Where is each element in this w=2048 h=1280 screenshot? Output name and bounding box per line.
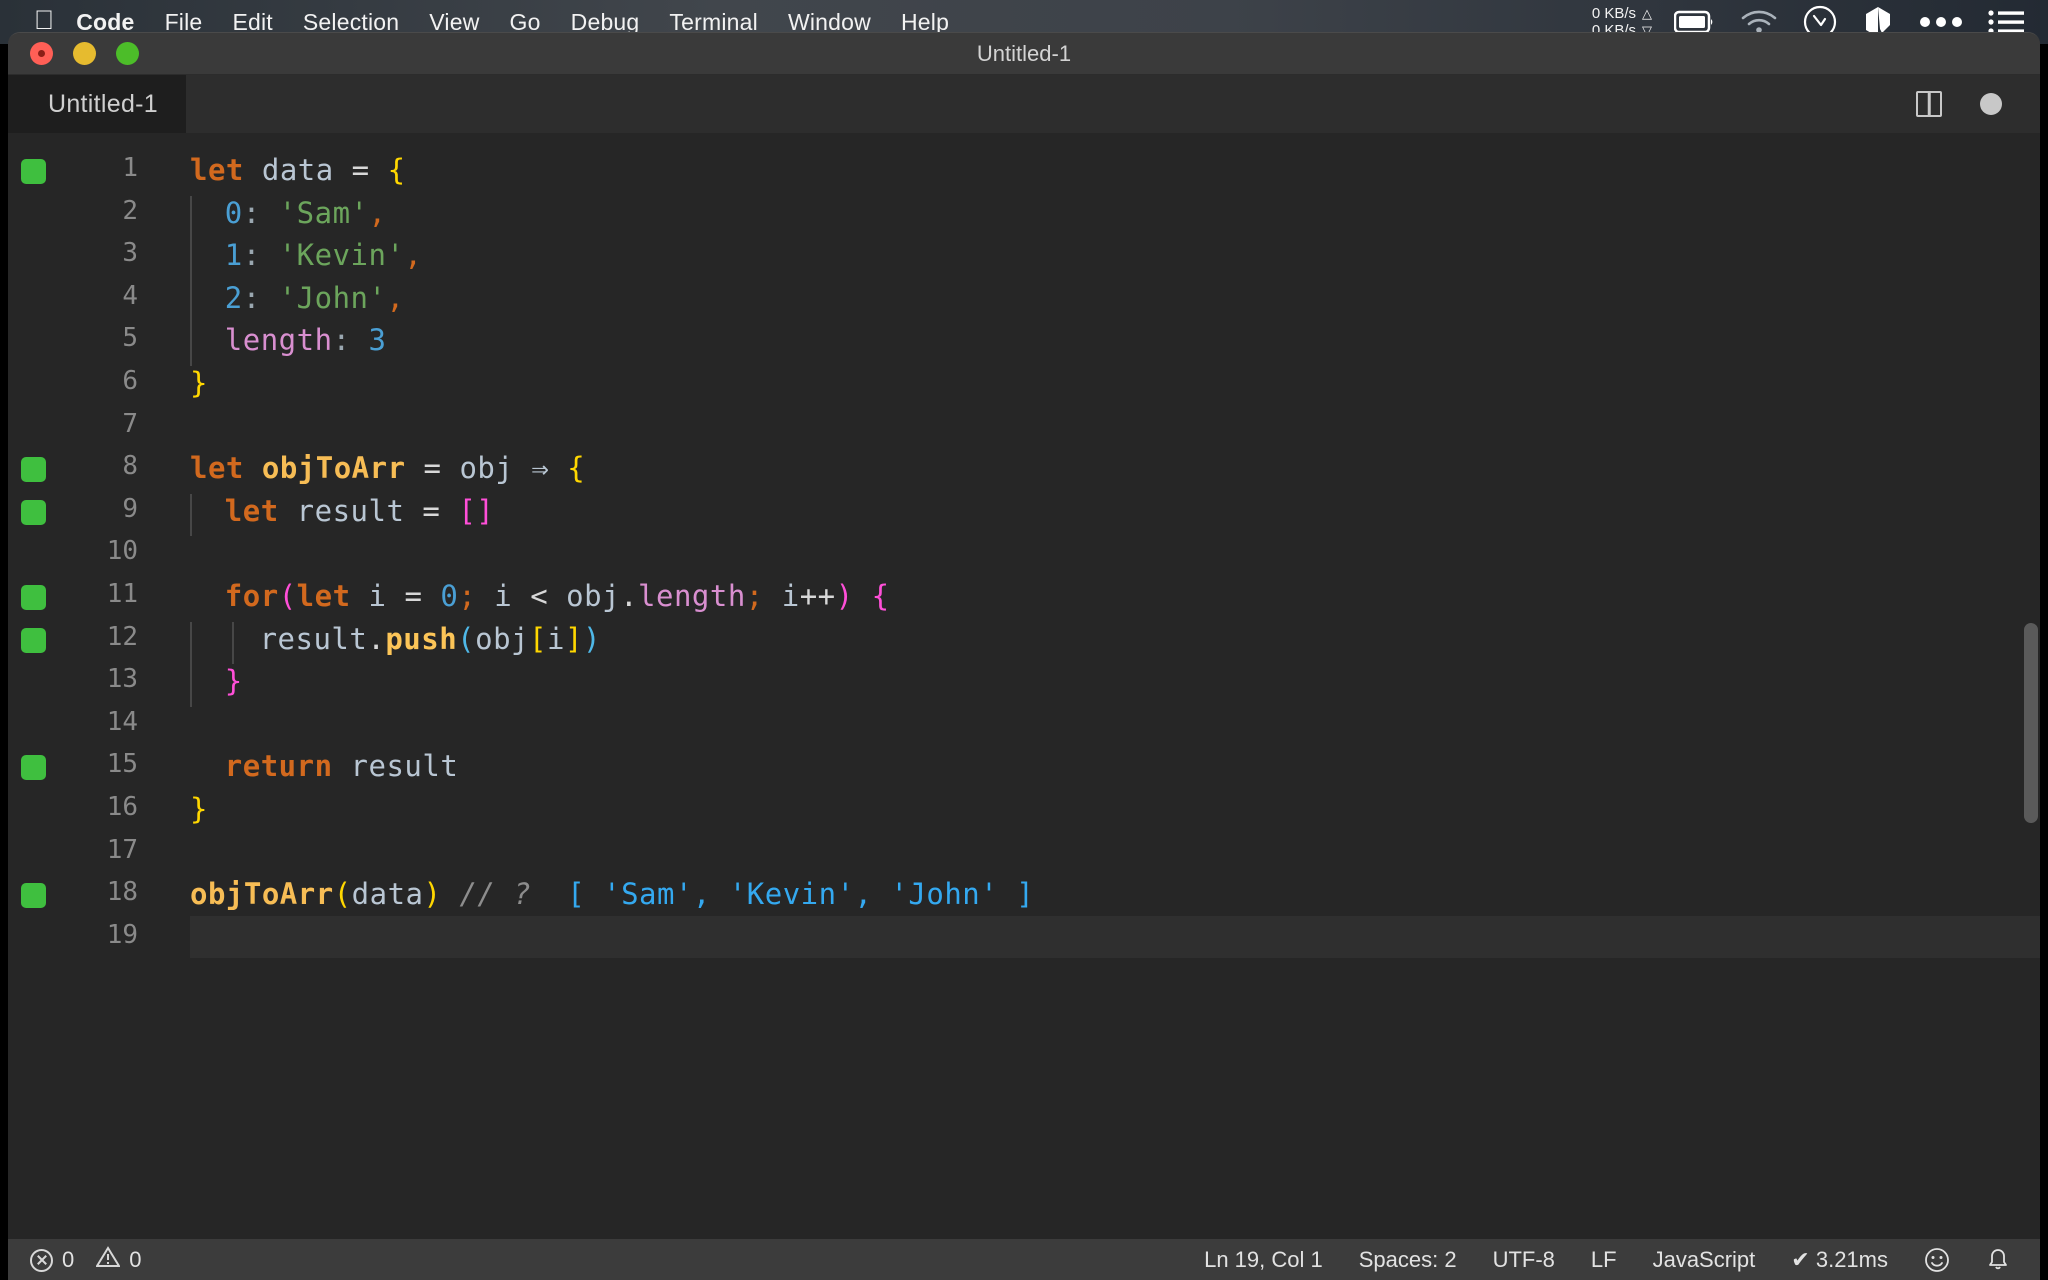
line-number: 4 bbox=[8, 281, 138, 311]
cursor-position[interactable]: Ln 19, Col 1 bbox=[1204, 1247, 1323, 1273]
editor-tabbar: Untitled-1 bbox=[8, 75, 2040, 133]
feedback-smiley-icon[interactable] bbox=[1924, 1247, 1950, 1273]
line-number: 9 bbox=[8, 494, 138, 524]
code-editor[interactable]: 12345678910111213141516171819 let data =… bbox=[8, 133, 2040, 1239]
editor-actions bbox=[1916, 91, 2040, 117]
line-number: 14 bbox=[8, 707, 138, 737]
status-bar-right: Ln 19, Col 1 Spaces: 2 UTF-8 LF JavaScri… bbox=[1204, 1247, 2040, 1273]
code-line-16[interactable]: } bbox=[190, 792, 208, 826]
line-number: 10 bbox=[8, 536, 138, 566]
code-line-5[interactable]: length: 3 bbox=[225, 323, 387, 357]
indent-guide bbox=[190, 494, 192, 537]
code-line-18[interactable]: objToArr(data) // ? [ 'Sam', 'Kevin', 'J… bbox=[190, 877, 1034, 911]
code-line-3[interactable]: 1: 'Kevin', bbox=[225, 238, 423, 272]
line-number: 19 bbox=[8, 920, 138, 950]
code-line-8[interactable]: let objToArr = obj ⇒ { bbox=[190, 451, 585, 485]
code-line-11[interactable]: for(let i = 0; i < obj.length; i++) { bbox=[225, 579, 890, 613]
line-number: 7 bbox=[8, 409, 138, 439]
line-number: 15 bbox=[8, 749, 138, 779]
line-number: 3 bbox=[8, 238, 138, 268]
tab-untitled-1[interactable]: Untitled-1 bbox=[8, 75, 186, 133]
line-number: 1 bbox=[8, 153, 138, 183]
status-bar: 0 0 Ln 19, Col 1 Spaces: 2 UTF-8 LF Java… bbox=[8, 1239, 2040, 1280]
warning-triangle-icon bbox=[96, 1246, 120, 1274]
line-number: 6 bbox=[8, 366, 138, 396]
quokka-runtime[interactable]: ✔ 3.21ms bbox=[1791, 1247, 1888, 1273]
warning-count[interactable]: 0 bbox=[96, 1246, 141, 1274]
code-line-12[interactable]: result.push(obj[i]) bbox=[260, 622, 601, 656]
error-count-value: 0 bbox=[62, 1247, 74, 1273]
code-line-1[interactable]: let data = { bbox=[190, 153, 406, 187]
line-number: 11 bbox=[8, 579, 138, 609]
tab-label: Untitled-1 bbox=[48, 90, 158, 119]
indent-guide bbox=[232, 622, 234, 665]
line-number: 12 bbox=[8, 622, 138, 652]
network-upload-value: 0 KB/s bbox=[1592, 5, 1636, 22]
error-circle-x-icon bbox=[30, 1249, 53, 1272]
code-line-4[interactable]: 2: 'John', bbox=[225, 281, 405, 315]
line-number: 13 bbox=[8, 664, 138, 694]
line-number: 17 bbox=[8, 835, 138, 865]
ellipsis-icon[interactable] bbox=[1918, 15, 1964, 29]
indent-guide bbox=[190, 196, 192, 366]
apple-logo-icon[interactable]:  bbox=[34, 7, 54, 34]
line-number: 8 bbox=[8, 451, 138, 481]
error-count[interactable]: 0 bbox=[30, 1247, 74, 1273]
upload-arrow-icon: △ bbox=[1642, 5, 1652, 22]
code-line-2[interactable]: 0: 'Sam', bbox=[225, 196, 387, 230]
warning-count-value: 0 bbox=[129, 1247, 141, 1273]
indentation[interactable]: Spaces: 2 bbox=[1359, 1247, 1457, 1273]
unsaved-dot-icon[interactable] bbox=[1980, 93, 2002, 115]
eol-sequence[interactable]: LF bbox=[1591, 1247, 1617, 1273]
line-number: 18 bbox=[8, 877, 138, 907]
window-titlebar: Untitled-1 bbox=[8, 33, 2040, 75]
status-bar-left: 0 0 bbox=[30, 1246, 142, 1274]
code-line-6[interactable]: } bbox=[190, 366, 208, 400]
line-number: 2 bbox=[8, 196, 138, 226]
split-editor-icon[interactable] bbox=[1916, 91, 1942, 117]
notification-bell-icon[interactable] bbox=[1986, 1247, 2010, 1273]
vertical-scrollbar[interactable] bbox=[2024, 623, 2038, 823]
code-line-15[interactable]: return result bbox=[225, 749, 459, 783]
active-line-highlight bbox=[190, 916, 2040, 958]
code-line-13[interactable]: } bbox=[225, 664, 243, 698]
line-number: 5 bbox=[8, 323, 138, 353]
encoding[interactable]: UTF-8 bbox=[1493, 1247, 1555, 1273]
code-line-9[interactable]: let result = [] bbox=[225, 494, 494, 528]
battery-icon[interactable] bbox=[1674, 10, 1716, 34]
vscode-window: Untitled-1 Untitled-1 123456789101112131… bbox=[8, 32, 2040, 1280]
language-mode[interactable]: JavaScript bbox=[1653, 1247, 1756, 1273]
line-number: 16 bbox=[8, 792, 138, 822]
indent-guide bbox=[190, 622, 192, 707]
window-title: Untitled-1 bbox=[8, 41, 2040, 67]
